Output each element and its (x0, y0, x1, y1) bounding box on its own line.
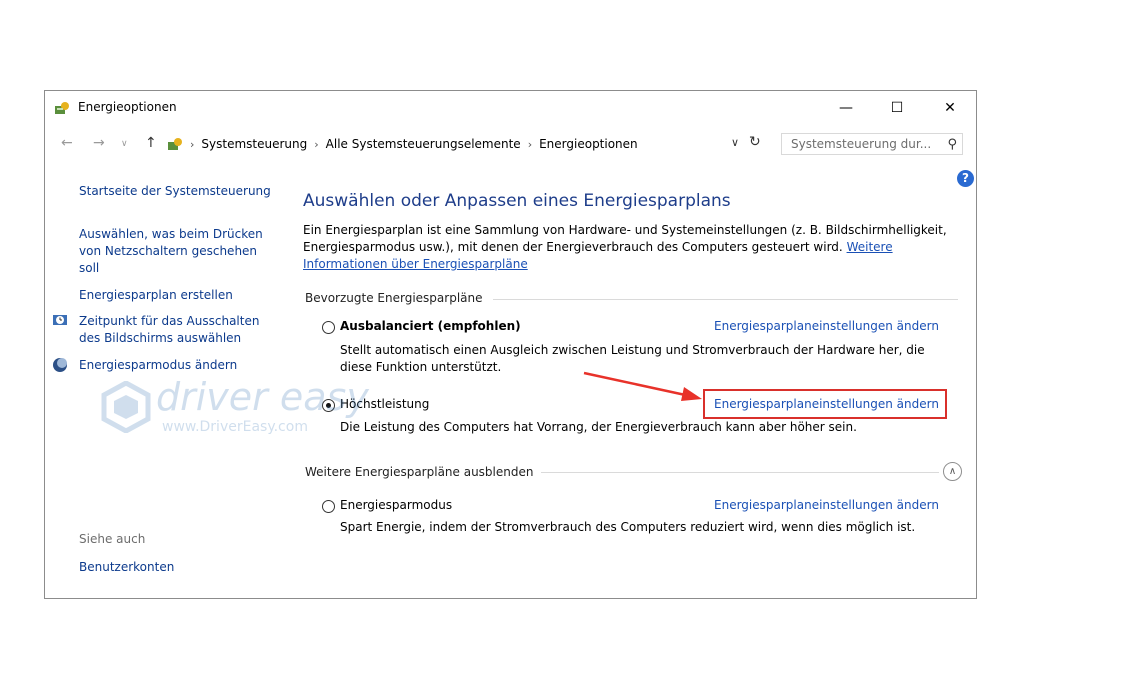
forward-arrow-icon[interactable]: → (93, 135, 105, 151)
plan-radio-power-saver[interactable] (322, 500, 335, 513)
page-description: Ein Energiesparplan ist eine Sammlung vo… (303, 222, 963, 273)
up-arrow-icon[interactable]: ↑ (145, 135, 157, 151)
breadcrumb-energieoptionen[interactable]: Energieoptionen (539, 137, 638, 151)
plan-name-balanced[interactable]: Ausbalanciert (empfohlen) (340, 319, 521, 333)
breadcrumb-separator-icon: › (314, 137, 319, 151)
minimize-icon: — (839, 100, 853, 116)
plan-settings-link-power-saver[interactable]: Energiesparplaneinstellungen ändern (714, 498, 939, 512)
breadcrumb-separator-icon: › (190, 137, 195, 151)
section-divider (541, 472, 939, 473)
breadcrumb-alle-elemente[interactable]: Alle Systemsteuerungselemente (326, 137, 521, 151)
control-panel-icon (168, 138, 182, 150)
address-dropdown-icon[interactable]: ∨ (731, 136, 739, 149)
breadcrumb-separator-icon: › (527, 137, 533, 151)
plan-name-power-saver[interactable]: Energiesparmodus (340, 498, 452, 512)
window-title: Energieoptionen (78, 100, 177, 114)
plan-settings-link-balanced[interactable]: Energiesparplaneinstellungen ändern (714, 319, 939, 333)
collapse-chevron-icon[interactable]: ∧ (943, 462, 962, 481)
plan-desc-high-performance: Die Leistung des Computers hat Vorrang, … (340, 420, 857, 434)
close-button[interactable]: ✕ (927, 91, 973, 125)
driver-easy-logo-icon (101, 380, 151, 434)
search-icon[interactable]: ⚲ (947, 137, 957, 152)
maximize-icon: ☐ (890, 100, 904, 116)
display-clock-icon (53, 315, 67, 325)
search-box[interactable]: Systemsteuerung dur... ⚲ (781, 133, 963, 155)
sidebar-link-power-buttons[interactable]: Auswählen, was beim Drücken von Netzscha… (79, 226, 274, 277)
power-options-app-icon (55, 102, 69, 114)
sidebar-link-display-off[interactable]: Zeitpunkt für das Ausschalten des Bildsc… (79, 313, 274, 347)
energy-options-window: Energieoptionen — ☐ ✕ ← → ∨ ↑ › Systemst… (44, 90, 977, 599)
help-icon[interactable]: ? (957, 170, 974, 187)
title-bar: Energieoptionen — ☐ ✕ (45, 91, 976, 125)
section-divider (493, 299, 958, 300)
navigation-bar: ← → ∨ ↑ › Systemsteuerung › Alle Systems… (45, 125, 976, 163)
preferred-plans-heading: Bevorzugte Energiesparpläne (305, 291, 483, 305)
sidebar-home-link[interactable]: Startseite der Systemsteuerung (79, 183, 271, 200)
maximize-button[interactable]: ☐ (874, 91, 920, 125)
watermark-url: www.DriverEasy.com (162, 419, 308, 435)
recent-locations-chevron-icon[interactable]: ∨ (121, 139, 128, 149)
breadcrumb-systemsteuerung[interactable]: Systemsteuerung (201, 137, 307, 151)
back-arrow-icon[interactable]: ← (61, 135, 73, 151)
close-icon: ✕ (944, 100, 956, 116)
watermark-brand: driver easy (156, 375, 369, 419)
sidebar-link-sleep-mode[interactable]: Energiesparmodus ändern (79, 357, 237, 374)
highlight-box (703, 389, 947, 419)
sleep-moon-icon (53, 358, 67, 372)
address-bar[interactable]: › Systemsteuerung › Alle Systemsteuerung… (167, 133, 765, 155)
sidebar-link-create-plan[interactable]: Energiesparplan erstellen (79, 287, 233, 304)
search-placeholder: Systemsteuerung dur... (791, 137, 932, 151)
refresh-icon[interactable]: ↻ (749, 134, 761, 150)
see-also-heading: Siehe auch (79, 532, 146, 546)
annotation-arrow-icon (583, 371, 702, 401)
minimize-button[interactable]: — (823, 91, 869, 125)
plan-name-high-performance[interactable]: Höchstleistung (340, 397, 429, 411)
plan-radio-balanced[interactable] (322, 321, 335, 334)
page-title: Auswählen oder Anpassen eines Energiespa… (303, 191, 731, 211)
see-also-user-accounts-link[interactable]: Benutzerkonten (79, 559, 174, 576)
driver-easy-watermark: driver easy www.DriverEasy.com (100, 375, 369, 436)
hidden-plans-heading[interactable]: Weitere Energiesparpläne ausblenden (305, 465, 533, 479)
plan-desc-power-saver: Spart Energie, indem der Stromverbrauch … (340, 520, 916, 534)
plan-radio-high-performance[interactable] (322, 399, 335, 412)
